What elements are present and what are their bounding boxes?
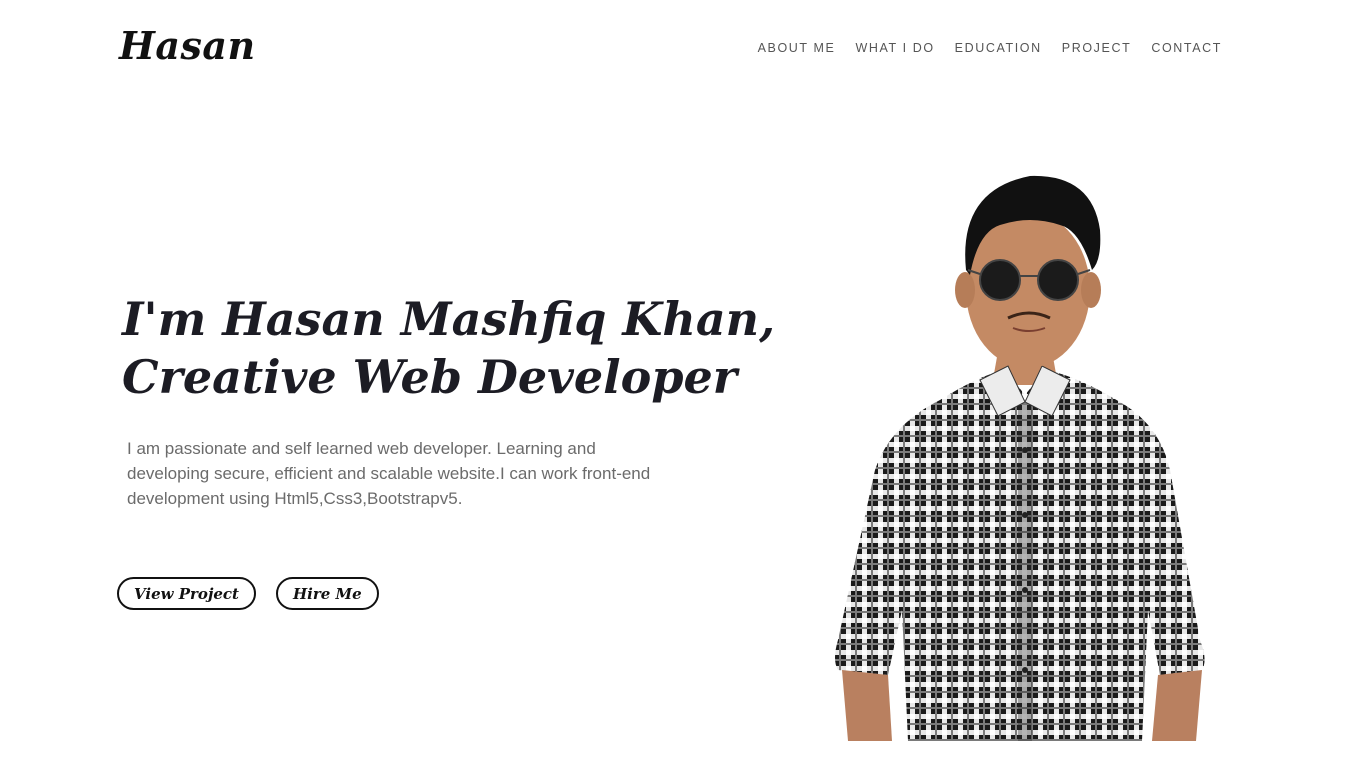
hero-section: I'm Hasan Mashfiq Khan, Creative Web Dev… [122, 290, 776, 406]
hero-intro-text: I am passionate and self learned web dev… [127, 439, 651, 508]
hero-buttons: View Project Hire Me [117, 577, 379, 610]
view-project-button[interactable]: View Project [117, 577, 256, 610]
hire-me-button[interactable]: Hire Me [275, 577, 379, 610]
nav-link-project[interactable]: PROJECT [1062, 40, 1132, 56]
nav-link-about-me[interactable]: ABOUT ME [758, 40, 836, 56]
person-photo-icon [835, 175, 1205, 741]
nav-menu: ABOUT ME WHAT I DO EDUCATION PROJECT CON… [758, 40, 1222, 56]
portrait-image [830, 170, 1215, 741]
nav-link-contact[interactable]: CONTACT [1151, 40, 1222, 56]
nav-link-what-i-do[interactable]: WHAT I DO [855, 40, 934, 56]
navbar: Hasan ABOUT ME WHAT I DO EDUCATION PROJE… [0, 0, 1349, 96]
nav-link-education[interactable]: EDUCATION [955, 40, 1042, 56]
hero-headline-line1: I'm Hasan Mashfiq Khan, [122, 292, 776, 346]
hero-headline-line2: Creative Web Developer [122, 350, 737, 404]
hero-headline: I'm Hasan Mashfiq Khan, Creative Web Dev… [122, 290, 776, 406]
brand-logo[interactable]: Hasan [119, 22, 256, 70]
